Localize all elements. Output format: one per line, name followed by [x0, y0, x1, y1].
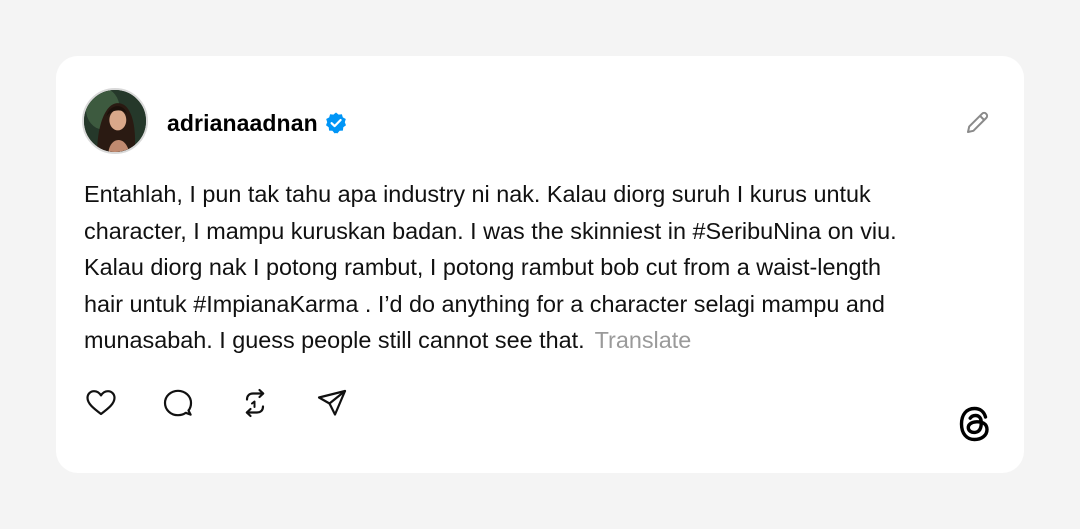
post-card: adrianaadnan Entahlah, I pun tak tahu ap… — [56, 56, 1024, 473]
post-text-last: munasabah. I guess people still cannot s… — [84, 327, 585, 354]
post-text-line: hair untuk #ImpianaKarma . I’d do anythi… — [84, 290, 885, 317]
repost-icon[interactable] — [238, 386, 272, 420]
threads-logo-icon — [954, 402, 996, 446]
post-text: Entahlah, I pun tak tahu apa industry ni… — [84, 176, 1004, 359]
translate-link[interactable]: Translate — [595, 327, 692, 353]
avatar[interactable] — [82, 88, 148, 154]
post-text-line: Kalau diorg nak I potong rambut, I poton… — [84, 254, 882, 281]
pencil-icon[interactable] — [962, 108, 992, 138]
verified-badge-icon — [324, 111, 348, 135]
post-text-line: munasabah. I guess people still cannot s… — [84, 322, 1004, 359]
post-text-line: character, I mampu kuruskan badan. I was… — [84, 217, 897, 244]
send-icon[interactable] — [315, 386, 349, 420]
action-bar — [84, 386, 392, 420]
comment-icon[interactable] — [161, 386, 195, 420]
avatar-photo — [84, 90, 146, 152]
heart-icon[interactable] — [84, 386, 118, 420]
post-text-line: Entahlah, I pun tak tahu apa industry ni… — [84, 181, 871, 207]
username[interactable]: adrianaadnan — [167, 110, 318, 137]
username-row: adrianaadnan — [167, 108, 348, 138]
